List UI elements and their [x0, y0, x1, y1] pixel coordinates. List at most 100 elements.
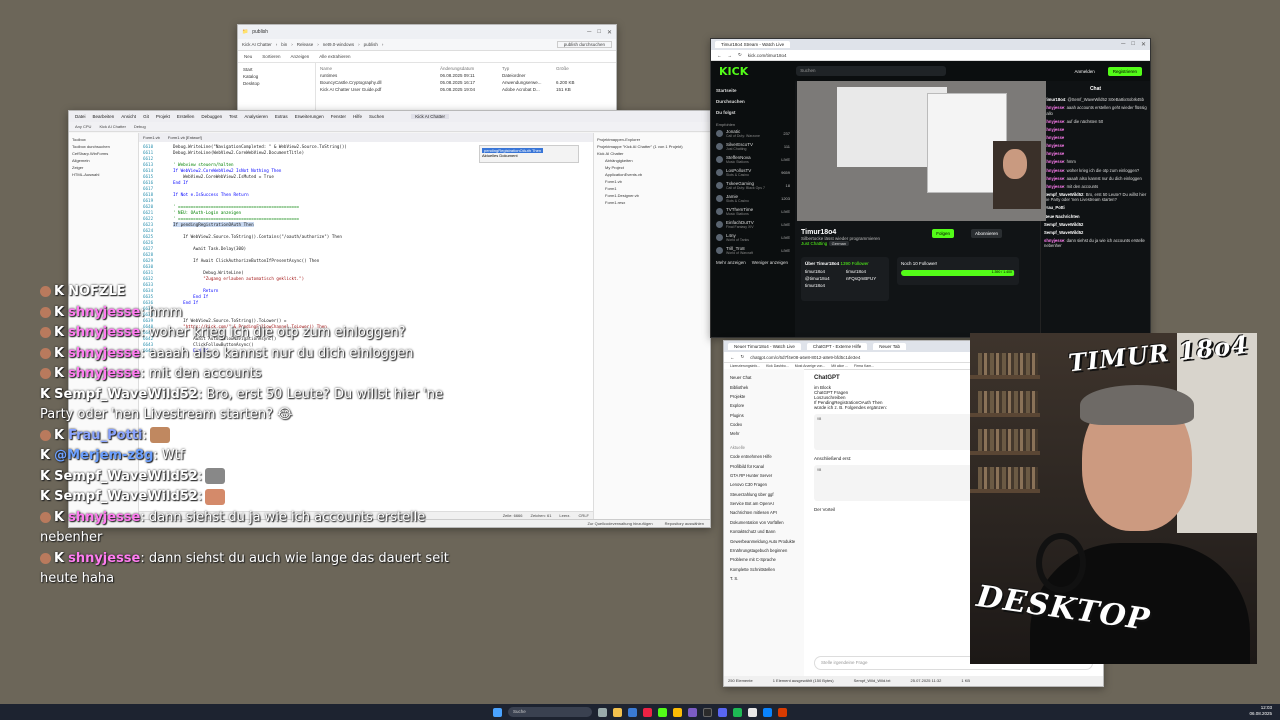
status-item[interactable]: Repository auswählen: [665, 521, 704, 526]
register-button[interactable]: Registrieren: [1107, 66, 1142, 76]
chat-username[interactable]: Neue Nachrichten: [1044, 214, 1080, 219]
solution-item[interactable]: ApplicationEvents.vb: [597, 171, 707, 178]
maximize-icon[interactable]: □: [597, 29, 601, 36]
explorer-toolbar-button[interactable]: Neu: [244, 54, 252, 59]
terminal-icon[interactable]: [763, 707, 772, 717]
maximize-icon[interactable]: □: [1131, 41, 1135, 48]
breadcrumb-item[interactable]: net9.0-windows: [323, 42, 354, 47]
chat-username[interactable]: Frau_Potti: [1044, 205, 1065, 210]
column-header[interactable]: Größe: [556, 66, 596, 71]
channel-item[interactable]: TVThemTime Music Stations LIVE: [716, 205, 790, 218]
chat-username[interactable]: Sempf_WaveWild52: [1044, 230, 1083, 235]
bookmark-item[interactable]: Most Anzeige von...: [795, 364, 826, 368]
chat-username[interactable]: shnyjesse: [1044, 176, 1064, 181]
solution-item[interactable]: Abhängigkeiten: [597, 157, 707, 164]
sidebar-item[interactable]: Plugins: [728, 411, 800, 420]
channel-item[interactable]: L4ny World of Tanks LIVE: [716, 231, 790, 244]
subscribe-button[interactable]: Abonnieren: [970, 229, 1002, 238]
bookmark-item[interactable]: Lizenzierungsinfo...: [730, 364, 760, 368]
vs-menu-item[interactable]: Hilfe: [353, 114, 362, 119]
file-explorer-icon[interactable]: [613, 707, 622, 717]
app-icon[interactable]: [643, 707, 652, 717]
reload-icon[interactable]: ↻: [738, 52, 742, 58]
toolbox-item[interactable]: Zeiger: [72, 164, 135, 171]
solution-item[interactable]: Form1.resx: [597, 199, 707, 206]
breadcrumb-item[interactable]: bin: [281, 42, 287, 47]
close-icon[interactable]: ✕: [1141, 41, 1146, 48]
stream-language[interactable]: German: [828, 241, 850, 246]
vs-menu-item[interactable]: Bearbeiten: [93, 114, 115, 119]
browser-tab[interactable]: Neuer Timur18o4 - Watch Live: [728, 343, 801, 350]
url-bar[interactable]: ← → ↻ kick.com/timur18o4: [711, 50, 1150, 61]
file-row[interactable]: Kick AI Chatter User Guide.pdf 05.08.2025…: [320, 86, 612, 93]
social-link[interactable]: timur18o4: [805, 283, 844, 288]
vs-menu-item[interactable]: Erstellen: [177, 114, 195, 119]
explorer-sidebar-item[interactable]: Desktop: [241, 80, 312, 87]
minimize-icon[interactable]: ─: [587, 29, 591, 36]
recent-chat-item[interactable]: Service Bot am OpenAI: [728, 499, 800, 508]
spotify-icon[interactable]: [733, 707, 742, 717]
chat-username[interactable]: shnyjesse: [1044, 143, 1064, 148]
breadcrumb-item[interactable]: Kick AI Chatter: [242, 42, 272, 47]
column-header[interactable]: Name: [320, 66, 440, 71]
recent-chat-item[interactable]: Lenovo C30 Fragen: [728, 480, 800, 489]
vs-menu-item[interactable]: Extras: [275, 114, 288, 119]
vs-menu-item[interactable]: Erweiterungen: [295, 114, 324, 119]
recent-chat-item[interactable]: Steuerzahlung über ggf: [728, 490, 800, 499]
editor-tab[interactable]: Form1.vb [Entwurf]: [168, 135, 202, 140]
recent-chat-item[interactable]: Probleme mit C-Sprache: [728, 555, 800, 564]
status-item[interactable]: Zur Quellcodeverwaltung hinzufügen: [587, 521, 652, 526]
find-scope[interactable]: Aktuelles Dokument: [482, 153, 576, 158]
recent-chat-item[interactable]: Code entnehmen Hilfe: [728, 452, 800, 461]
social-link[interactable]: nFQsQmBFUY: [846, 276, 885, 281]
back-icon[interactable]: ←: [717, 53, 722, 58]
sidebar-item[interactable]: Explore: [728, 401, 800, 410]
channel-item[interactable]: Jamie Slots & Casino 1203: [716, 192, 790, 205]
toolbox-item[interactable]: CefSharp.WinForms: [72, 150, 135, 157]
channel-item[interactable]: LosPollosTV Slots & Casino 9659: [716, 166, 790, 179]
chat-username[interactable]: shnyjesse: [1044, 238, 1064, 243]
file-row[interactable]: BouncyCastle.Cryptography.dll 05.08.2025 …: [320, 79, 612, 86]
kick-logo[interactable]: KICK: [719, 65, 748, 78]
chat-username[interactable]: shnyjesse: [1044, 151, 1064, 156]
office-icon[interactable]: [778, 707, 787, 717]
browser-tab[interactable]: ChatGPT - Externe Hilfe: [806, 343, 868, 350]
edge-icon[interactable]: [628, 707, 637, 717]
solution-item[interactable]: My Project: [597, 164, 707, 171]
kick-browser-window[interactable]: Timur18o4 Stream - Watch Live ─ □ ✕ ← → ↻ …: [710, 38, 1151, 338]
explorer-toolbar-button[interactable]: Sortieren: [262, 54, 280, 59]
show-more-link[interactable]: Weniger anzeigen: [752, 260, 788, 265]
stream-video[interactable]: [797, 81, 1046, 221]
chat-username[interactable]: shnyjesse: [1044, 135, 1064, 140]
toolbox-item[interactable]: Toolbox durchsuchen: [72, 143, 135, 150]
vs-toolbar-dropdown[interactable]: Any CPU: [75, 124, 91, 129]
social-link[interactable]: @timur18o4: [805, 276, 844, 281]
recent-chat-item[interactable]: Kontaktschutz und Bann: [728, 527, 800, 536]
social-link[interactable]: timur18o4: [805, 269, 844, 274]
recent-chat-item[interactable]: Dokumentation von Vorfällen: [728, 518, 800, 527]
vs-menu-item[interactable]: Debuggen: [201, 114, 222, 119]
kick-icon[interactable]: [658, 707, 667, 717]
vs-toolbar-dropdown[interactable]: Kick AI Chatter: [99, 124, 125, 129]
breadcrumb-item[interactable]: publish: [364, 42, 378, 47]
recent-chat-item[interactable]: Nachrichten mitlesen API: [728, 508, 800, 517]
kick-nav-item[interactable]: Startseite: [716, 85, 790, 96]
vs-menu-item[interactable]: Datei: [75, 114, 86, 119]
recent-chat-item[interactable]: GTA RP Hunter Server: [728, 471, 800, 480]
channel-item[interactable]: EinfachDutTV Final Fantasy XIV LIVE: [716, 218, 790, 231]
vs-menu-item[interactable]: Suchen: [369, 114, 384, 119]
kick-search-input[interactable]: Suchen: [796, 66, 947, 76]
sidebar-item[interactable]: Bibliothek: [728, 382, 800, 391]
chat-username[interactable]: Timur18o4: [1044, 97, 1065, 102]
stream-category[interactable]: Just Chatting: [801, 241, 827, 246]
taskbar-search[interactable]: Suche: [508, 707, 592, 717]
clock[interactable]: 12:03 06.08.2025: [1249, 705, 1272, 717]
kick-nav-item[interactable]: Du folgst: [716, 107, 790, 118]
close-icon[interactable]: ✕: [607, 29, 612, 36]
channel-item[interactable]: TxkeeGaming Call of Duty: Black Ops 7 18: [716, 179, 790, 192]
bookmark-item[interactable]: Kick Dashbo...: [766, 364, 789, 368]
discord-icon[interactable]: [718, 707, 727, 717]
obs-icon[interactable]: [703, 707, 712, 717]
bookmark-item[interactable]: Mit alice ...: [831, 364, 848, 368]
browser-tab[interactable]: Neuer Tab: [873, 343, 906, 350]
